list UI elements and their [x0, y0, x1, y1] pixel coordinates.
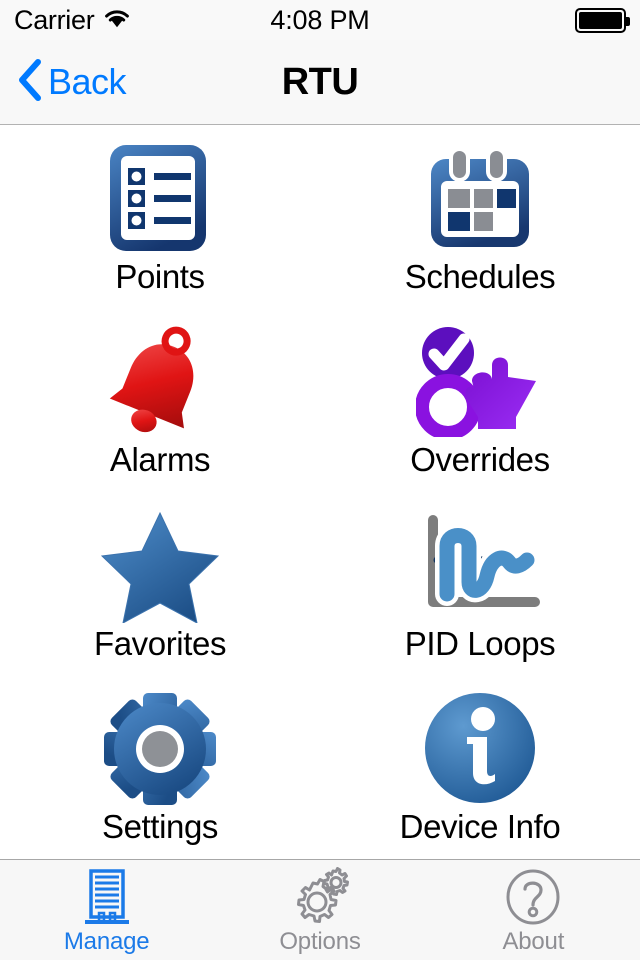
calendar-icon	[415, 138, 545, 258]
grid-item-points[interactable]: Points	[0, 126, 320, 309]
menu-grid: Points Schedules Alarms Overrides Favori…	[0, 126, 640, 859]
grid-item-alarms[interactable]: Alarms	[0, 309, 320, 492]
battery-full-icon	[575, 7, 630, 33]
grid-item-label: PID Loops	[404, 624, 556, 662]
question-circle-icon	[504, 866, 562, 928]
tab-manage[interactable]: Manage	[0, 860, 213, 960]
grid-item-device-info[interactable]: Device Info	[320, 676, 640, 859]
graph-curve-icon	[415, 505, 545, 625]
info-circle-icon	[415, 688, 545, 808]
grid-item-favorites[interactable]: Favorites	[0, 493, 320, 676]
grid-item-label: Device Info	[399, 807, 561, 845]
tab-label: Options	[279, 928, 361, 955]
grid-item-label: Points	[115, 258, 205, 295]
gear-icon	[95, 688, 225, 808]
status-bar-time: 4:08 PM	[270, 4, 370, 35]
gears-icon	[289, 866, 351, 928]
grid-item-label: Overrides	[410, 441, 550, 479]
status-bar-right	[575, 7, 630, 33]
grid-item-label: Favorites	[93, 624, 227, 662]
tab-label: About	[502, 928, 565, 955]
grid-item-label: Schedules	[404, 258, 556, 295]
grid-item-overrides[interactable]: Overrides	[320, 309, 640, 492]
hand-pointer-checkmark-icon	[415, 321, 545, 441]
tab-options[interactable]: Options	[213, 860, 426, 960]
navigation-bar: Back RTU	[0, 40, 640, 125]
chevron-left-icon	[16, 58, 42, 107]
tab-bar: Manage Options About	[0, 859, 640, 960]
grid-item-pid-loops[interactable]: PID Loops	[320, 493, 640, 676]
building-icon	[79, 866, 135, 928]
back-button[interactable]: Back	[0, 58, 127, 107]
tab-about[interactable]: About	[427, 860, 640, 960]
bell-icon	[95, 321, 225, 441]
status-bar: Carrier 4:08 PM	[0, 0, 640, 40]
back-button-label: Back	[48, 61, 127, 102]
grid-item-settings[interactable]: Settings	[0, 676, 320, 859]
grid-item-label: Settings	[101, 807, 219, 845]
grid-item-label: Alarms	[109, 441, 211, 479]
star-icon	[95, 505, 225, 625]
grid-item-schedules[interactable]: Schedules	[320, 126, 640, 309]
document-list-icon	[95, 138, 225, 258]
tab-label: Manage	[63, 928, 150, 955]
